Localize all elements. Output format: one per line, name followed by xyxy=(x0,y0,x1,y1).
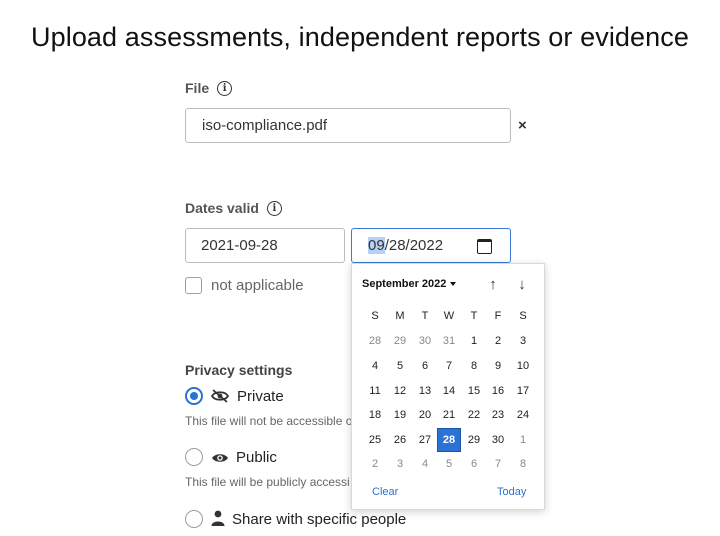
radio-private[interactable] xyxy=(185,387,203,405)
dates-label: Dates valid xyxy=(185,200,259,216)
calendar-day[interactable]: 10 xyxy=(511,354,535,378)
calendar-day[interactable]: 26 xyxy=(388,428,412,452)
weekday-label: T xyxy=(470,310,478,322)
calendar-day[interactable]: 23 xyxy=(486,403,510,427)
calendar-day[interactable]: 6 xyxy=(462,452,486,476)
eye-slash-icon xyxy=(210,389,230,403)
calendar-day[interactable]: 16 xyxy=(486,379,510,403)
end-date-month-segment[interactable]: 09 xyxy=(368,237,385,254)
calendar-day[interactable]: 8 xyxy=(462,354,486,378)
private-description: This file will not be accessible o xyxy=(185,414,353,428)
calendar-day[interactable]: 3 xyxy=(511,329,535,353)
calendar-day[interactable]: 14 xyxy=(437,379,461,403)
not-applicable-checkbox[interactable] xyxy=(185,277,202,294)
public-label: Public xyxy=(236,449,277,466)
calendar-day[interactable]: 13 xyxy=(413,379,437,403)
weekday-label: S xyxy=(519,310,527,322)
calendar-day[interactable]: 29 xyxy=(388,329,412,353)
calendar-day[interactable]: 17 xyxy=(511,379,535,403)
calendar-day[interactable]: 4 xyxy=(363,354,387,378)
calendar-day[interactable]: 3 xyxy=(388,452,412,476)
calendar-day[interactable]: 12 xyxy=(388,379,412,403)
calendar-day[interactable]: 7 xyxy=(486,452,510,476)
radio-public[interactable] xyxy=(185,448,203,466)
file-name: iso-compliance.pdf xyxy=(202,117,328,134)
calendar-day[interactable]: 27 xyxy=(413,428,437,452)
public-description: This file will be publicly accessi xyxy=(185,475,350,489)
info-icon[interactable]: i xyxy=(266,200,282,216)
calendar-day[interactable]: 30 xyxy=(413,329,437,353)
privacy-settings-label: Privacy settings xyxy=(185,362,293,378)
dates-label-row: Dates valid i xyxy=(185,200,282,216)
radio-share-specific[interactable] xyxy=(185,510,203,528)
calendar-day[interactable]: 8 xyxy=(511,452,535,476)
month-label: September 2022 xyxy=(362,278,447,290)
calendar-day[interactable]: 6 xyxy=(413,354,437,378)
calendar-day[interactable]: 1 xyxy=(462,329,486,353)
calendar-day[interactable]: 31 xyxy=(437,329,461,353)
calendar-icon[interactable] xyxy=(477,239,492,254)
person-icon xyxy=(211,510,225,526)
not-applicable-label: not applicable xyxy=(211,277,304,294)
info-icon[interactable]: i xyxy=(217,80,233,96)
file-label: File xyxy=(185,80,210,96)
calendar-day[interactable]: 28 xyxy=(363,329,387,353)
chevron-down-icon xyxy=(450,282,457,286)
calendar-day[interactable]: 11 xyxy=(363,379,387,403)
previous-month-icon[interactable]: ↑ xyxy=(484,276,502,294)
calendar-day[interactable]: 15 xyxy=(462,379,486,403)
weekday-label: W xyxy=(443,310,455,322)
next-month-icon[interactable]: ↓ xyxy=(513,276,531,294)
today-button[interactable]: Today xyxy=(497,486,526,498)
calendar-day[interactable]: 21 xyxy=(437,403,461,427)
page-title: Upload assessments, independent reports … xyxy=(31,22,689,52)
share-specific-label: Share with specific people xyxy=(232,511,407,528)
start-date-input[interactable]: 2021-09-28 xyxy=(185,228,345,263)
weekday-label: S xyxy=(371,310,379,322)
eye-icon xyxy=(212,454,228,462)
end-date-input[interactable]: 09/28/2022 xyxy=(351,228,511,263)
weekday-label: M xyxy=(395,310,405,322)
calendar-day[interactable]: 30 xyxy=(486,428,510,452)
file-field[interactable]: iso-compliance.pdf xyxy=(185,108,511,143)
calendar-day[interactable]: 19 xyxy=(388,403,412,427)
calendar-day[interactable]: 28 xyxy=(437,428,461,452)
end-date-rest: /28/2022 xyxy=(384,237,444,254)
weekday-label: T xyxy=(421,310,429,322)
calendar-day[interactable]: 5 xyxy=(388,354,412,378)
calendar-day[interactable]: 2 xyxy=(363,452,387,476)
remove-file-icon[interactable]: × xyxy=(518,116,527,136)
calendar-day[interactable]: 25 xyxy=(363,428,387,452)
calendar-day[interactable]: 20 xyxy=(413,403,437,427)
weekday-label: F xyxy=(494,310,502,322)
start-date-value: 2021-09-28 xyxy=(201,237,278,254)
calendar-day[interactable]: 9 xyxy=(486,354,510,378)
calendar-day[interactable]: 5 xyxy=(437,452,461,476)
clear-button[interactable]: Clear xyxy=(372,486,398,498)
file-label-row: File i xyxy=(185,80,233,96)
calendar-day[interactable]: 2 xyxy=(486,329,510,353)
calendar-day[interactable]: 1 xyxy=(511,428,535,452)
private-label: Private xyxy=(237,388,284,405)
calendar-day[interactable]: 24 xyxy=(511,403,535,427)
calendar-day[interactable]: 7 xyxy=(437,354,461,378)
calendar-day[interactable]: 22 xyxy=(462,403,486,427)
calendar-day[interactable]: 29 xyxy=(462,428,486,452)
datepicker-popup: September 2022 ↑ ↓ SMTWTFS 28 29 30 31 1 2 3 4 5… xyxy=(351,263,545,510)
month-select[interactable]: September 2022 xyxy=(362,278,457,290)
calendar-day[interactable]: 18 xyxy=(363,403,387,427)
calendar-day[interactable]: 4 xyxy=(413,452,437,476)
